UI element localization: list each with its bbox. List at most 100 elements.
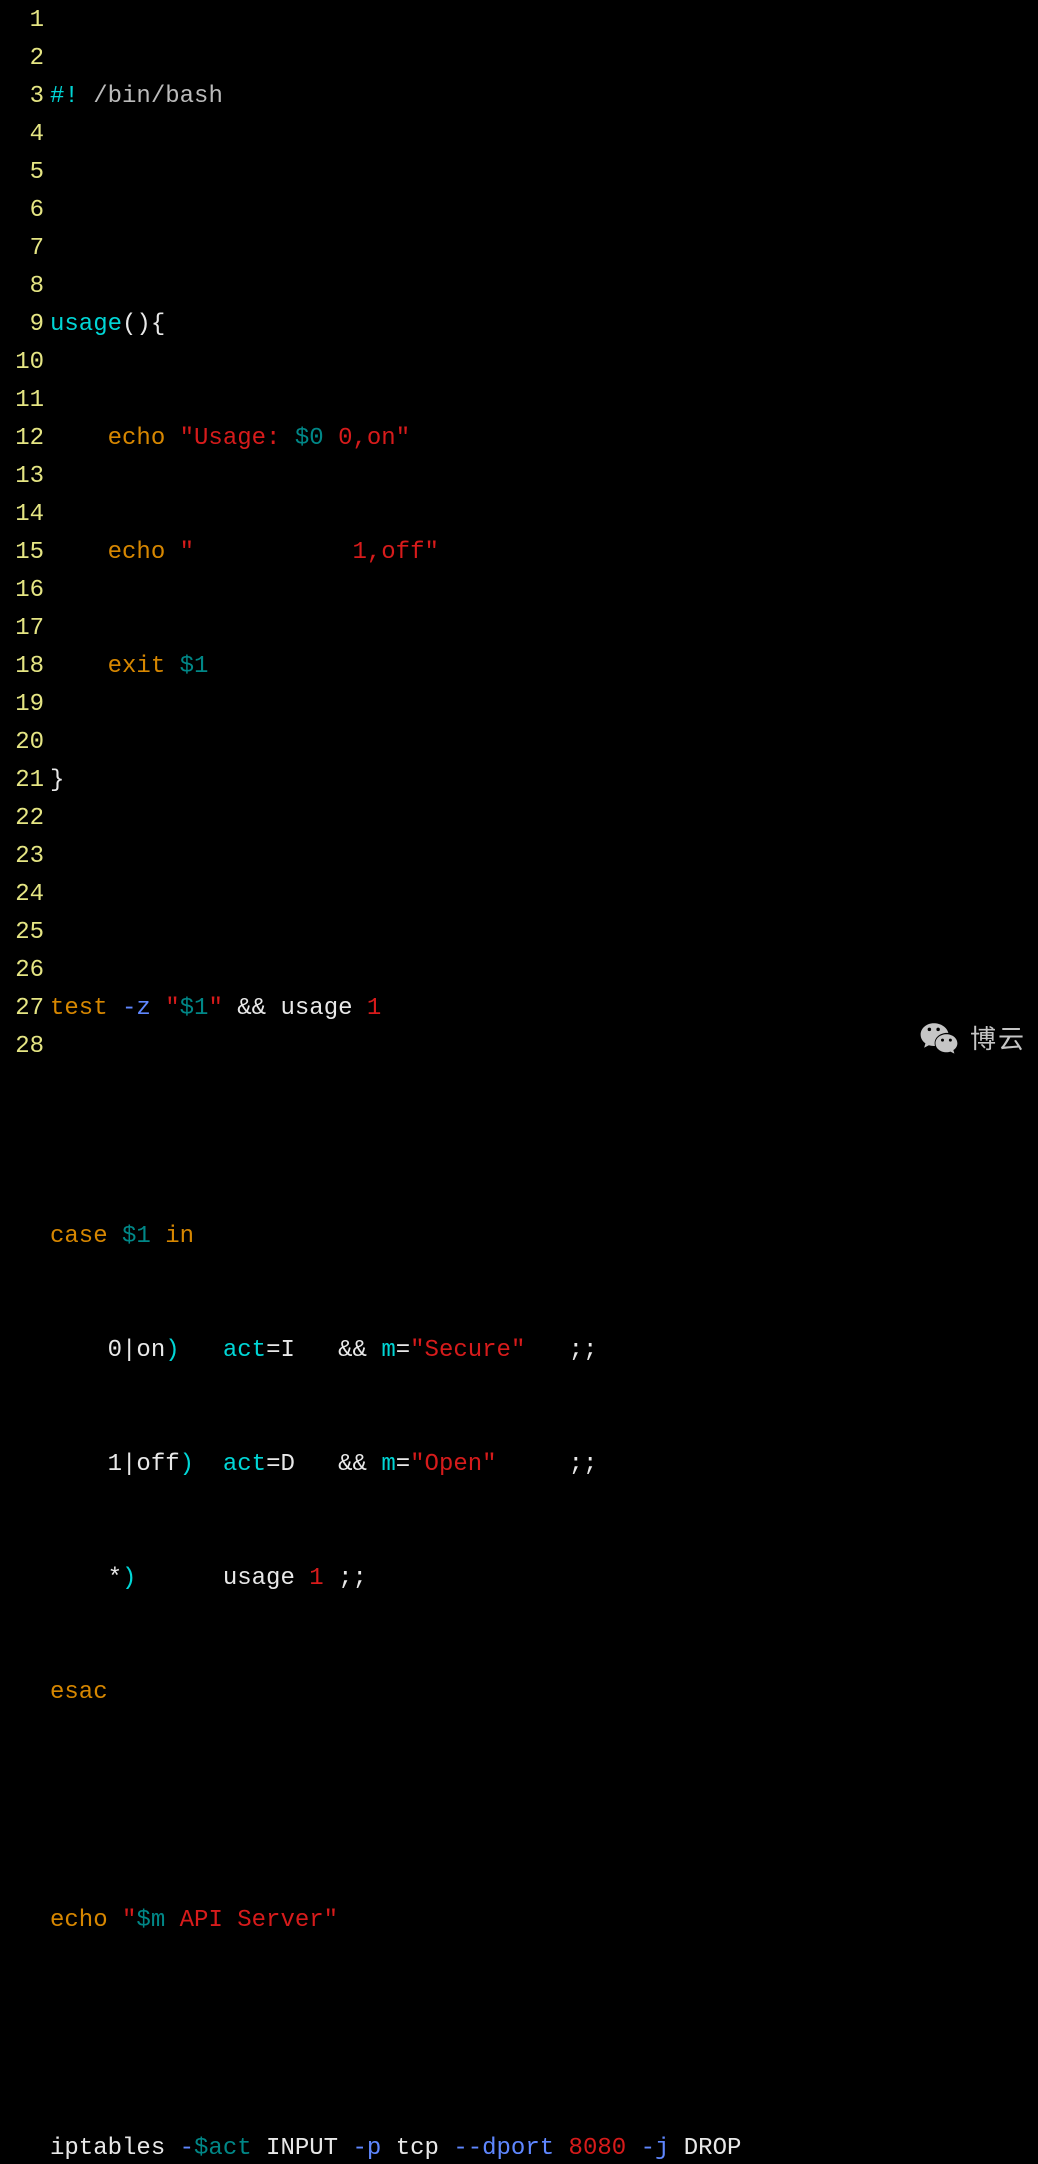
arg: tcp [396, 2135, 439, 2162]
line-number: 9 [0, 306, 44, 344]
line-number: 18 [0, 648, 44, 686]
code-line [50, 876, 1038, 914]
keyword-case: case [50, 1223, 108, 1250]
code-line: 1|off) act=D && m="Open" ;; [50, 1446, 1038, 1484]
case-pattern: off [136, 1451, 179, 1478]
code-line: echo "$m API Server" [50, 1902, 1038, 1940]
string-quote: " [180, 425, 194, 452]
shebang-path: /bin/bash [93, 83, 223, 110]
string-quote: " [324, 1907, 338, 1934]
variable: $1 [180, 995, 209, 1022]
dsemi: ;; [569, 1337, 598, 1364]
code-line: esac [50, 1674, 1038, 1712]
line-number: 14 [0, 496, 44, 534]
code-content[interactable]: #! /bin/bash usage(){ echo "Usage: $0 0,… [50, 2, 1038, 2164]
code-line: 0|on) act=I && m="Secure" ;; [50, 1332, 1038, 1370]
keyword-echo: echo [108, 425, 166, 452]
string-body: 1,off [194, 539, 424, 566]
command: iptables [50, 2135, 165, 2162]
line-number: 13 [0, 458, 44, 496]
flag: - [180, 2135, 194, 2162]
variable-name: m [381, 1451, 395, 1478]
variable: $act [194, 2135, 252, 2162]
variable-name: act [223, 1337, 266, 1364]
variable: $1 [180, 653, 209, 680]
line-number: 23 [0, 838, 44, 876]
function-name: usage [50, 311, 122, 338]
dsemi: ;; [569, 1451, 598, 1478]
line-number: 27 [0, 990, 44, 1028]
string-body: Secure [425, 1337, 511, 1364]
line-number: 1 [0, 2, 44, 40]
code-line: *) usage 1 ;; [50, 1560, 1038, 1598]
line-number: 22 [0, 800, 44, 838]
string-quote: " [396, 425, 410, 452]
code-line: case $1 in [50, 1218, 1038, 1256]
string-body: 0,on [324, 425, 396, 452]
equals: = [396, 1451, 410, 1478]
value: I [280, 1337, 294, 1364]
number: 8080 [569, 2135, 627, 2162]
line-number: 26 [0, 952, 44, 990]
line-number: 25 [0, 914, 44, 952]
pipe: | [122, 1451, 136, 1478]
line-number: 3 [0, 78, 44, 116]
code-line: test -z "$1" && usage 1 [50, 990, 1038, 1028]
string-quote: " [410, 1451, 424, 1478]
case-pattern: on [136, 1337, 165, 1364]
flag: -p [352, 2135, 381, 2162]
flag: -j [641, 2135, 670, 2162]
number: 1 [367, 995, 381, 1022]
code-line: exit $1 [50, 648, 1038, 686]
line-number: 19 [0, 686, 44, 724]
flag: -z [122, 995, 151, 1022]
string-body: Open [425, 1451, 483, 1478]
code-editor[interactable]: 1 2 3 4 5 6 7 8 9 10 11 12 13 14 15 16 1… [0, 0, 1038, 2164]
string-quote: " [180, 539, 194, 566]
line-number: 2 [0, 40, 44, 78]
paren: ) [122, 1565, 136, 1592]
paren: ) [165, 1337, 179, 1364]
paren: ) [180, 1451, 194, 1478]
string-body: API Server [165, 1907, 323, 1934]
arg: INPUT [266, 2135, 338, 2162]
code-line: usage(){ [50, 306, 1038, 344]
brace-open: { [151, 311, 165, 338]
operator: && [338, 1337, 367, 1364]
line-number-gutter: 1 2 3 4 5 6 7 8 9 10 11 12 13 14 15 16 1… [0, 2, 50, 2164]
variable-name: act [223, 1451, 266, 1478]
line-number: 15 [0, 534, 44, 572]
equals: = [396, 1337, 410, 1364]
code-line [50, 2016, 1038, 2054]
string-quote: " [424, 539, 438, 566]
line-number: 16 [0, 572, 44, 610]
line-number: 17 [0, 610, 44, 648]
value: D [280, 1451, 294, 1478]
string-quote: " [482, 1451, 496, 1478]
number: 1 [309, 1565, 323, 1592]
string-quote: " [122, 1907, 136, 1934]
line-number: 28 [0, 1028, 44, 1066]
line-number: 10 [0, 344, 44, 382]
string-quote: " [208, 995, 222, 1022]
line-number: 20 [0, 724, 44, 762]
string-quote: " [511, 1337, 525, 1364]
keyword-echo: echo [108, 539, 166, 566]
asterisk: * [108, 1565, 122, 1592]
keyword-exit: exit [108, 653, 166, 680]
variable: $1 [122, 1223, 151, 1250]
call: usage [280, 995, 352, 1022]
code-line: echo " 1,off" [50, 534, 1038, 572]
code-line [50, 1104, 1038, 1142]
equals: = [266, 1451, 280, 1478]
code-line [50, 1788, 1038, 1826]
line-number: 6 [0, 192, 44, 230]
variable-name: m [381, 1337, 395, 1364]
line-number: 24 [0, 876, 44, 914]
string-body: Usage: [194, 425, 295, 452]
code-line: } [50, 762, 1038, 800]
keyword-in: in [165, 1223, 194, 1250]
variable: $0 [295, 425, 324, 452]
line-number: 11 [0, 382, 44, 420]
call: usage [223, 1565, 295, 1592]
